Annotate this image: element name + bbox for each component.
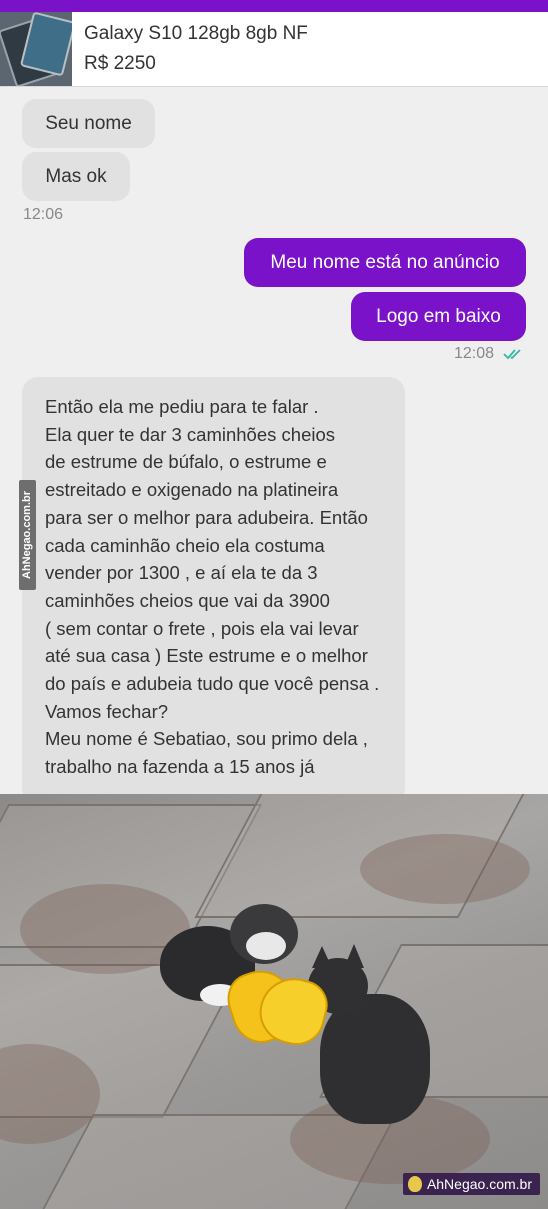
message-line: cada caminhão cheio ela costuma <box>45 534 325 556</box>
message-bubble-out: Meu nome está no anúncio <box>244 238 526 287</box>
message-text: Logo em baixo <box>376 306 501 327</box>
ahnegao-logo-icon <box>407 1176 422 1192</box>
kittens-handshake-photo: AhNegao.com.br <box>0 794 548 1209</box>
listing-header[interactable]: Galaxy S10 128gb 8gb NF R$ 2250 <box>0 12 548 87</box>
message-line: Meu nome é Sebatiao, sou primo dela , <box>45 728 368 750</box>
message-bubble-in: Seu nome <box>22 99 155 148</box>
message-line: do país e adubeia tudo que você pensa . <box>45 673 380 695</box>
message-line: Vamos fechar? <box>45 700 169 722</box>
message-text: Seu nome <box>45 113 132 134</box>
message-line: vender por 1300 , e aí ela te da 3 <box>45 562 318 584</box>
listing-title: Galaxy S10 128gb 8gb NF <box>84 23 308 44</box>
message-bubble-out: Logo em baixo <box>351 292 526 341</box>
message-text: Meu nome está no anúncio <box>270 252 500 273</box>
message-time: 12:06 <box>23 206 64 223</box>
corner-watermark: AhNegao.com.br <box>402 1173 540 1195</box>
message-text: Mas ok <box>45 166 107 187</box>
side-watermark: AhNegao.com.br <box>19 480 36 590</box>
listing-price: R$ 2250 <box>84 53 156 74</box>
product-thumbnail[interactable] <box>0 12 72 86</box>
message-line: ( sem contar o frete , pois ela vai leva… <box>45 617 359 639</box>
message-line: para ser o melhor para adubeira. Então <box>45 506 368 528</box>
message-line: de estrume de búfalo, o estrume e <box>45 451 327 473</box>
handshake-emoji-icon <box>220 961 334 1052</box>
message-bubble-in: Mas ok <box>22 152 130 201</box>
message-line: trabalho na fazenda a 15 anos já <box>45 756 315 778</box>
message-line: caminhões cheios que vai da 3900 <box>45 589 330 611</box>
message-line: Então ela me pediu para te falar . <box>45 396 319 417</box>
long-message-bubble: Então ela me pediu para te falar . Ela q… <box>22 377 405 805</box>
message-line: até sua casa ) Este estrume e o melhor <box>45 645 368 667</box>
floor-stain <box>360 834 530 904</box>
message-time: 12:08 <box>454 345 495 362</box>
double-check-icon <box>503 349 521 360</box>
corner-watermark-text: AhNegao.com.br <box>426 1176 532 1192</box>
message-line: estreitado e oxigenado na platineira <box>45 479 339 501</box>
top-accent-bar <box>0 0 548 12</box>
message-line: Ela quer te dar 3 caminhões cheios <box>45 423 336 445</box>
